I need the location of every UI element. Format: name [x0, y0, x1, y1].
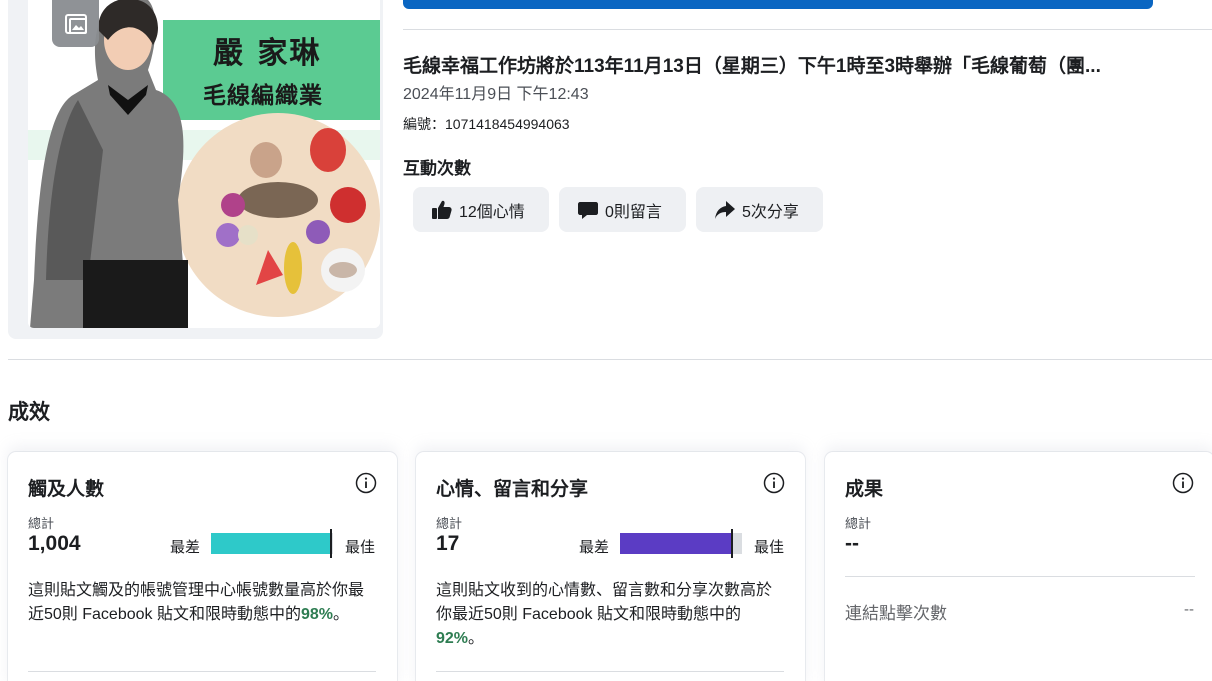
percentile-fill [211, 533, 331, 554]
best-label: 最佳 [345, 539, 376, 556]
reactions-chip[interactable]: 12個心情 [413, 187, 549, 232]
percentile-bar [211, 529, 333, 558]
thumbnail-title: 嚴 家琳 [213, 36, 322, 71]
description-suffix: 。 [333, 606, 350, 623]
total-label: 總計 [845, 516, 872, 531]
header-progress-bar [403, 0, 1153, 9]
total-value: -- [845, 532, 859, 555]
thumbs-up-icon [432, 200, 452, 219]
comments-count: 0則留言 [605, 203, 662, 221]
section-title: 成效 [8, 401, 50, 424]
best-label: 最佳 [754, 539, 785, 556]
card-title: 觸及人數 [28, 479, 105, 500]
percentile-bar [620, 529, 742, 558]
reactions-count: 12個心情 [459, 203, 525, 221]
comments-chip[interactable]: 0則留言 [559, 187, 686, 232]
engagement-card: 心情、留言和分享 總計 17 最差 最佳 這則貼文收到的心情數、留言數和分享次數… [416, 452, 805, 681]
post-thumbnail-card[interactable]: 嚴 家琳 毛線編織業 [8, 0, 383, 339]
results-card: 成果 總計 -- 連結點擊次數 -- [825, 452, 1212, 681]
worst-label: 最差 [170, 539, 201, 556]
total-value: 17 [436, 532, 460, 555]
card-title: 成果 [845, 479, 884, 500]
reach-card: 觸及人數 總計 1,004 最差 最佳 這則貼文觸及的帳號管理中心帳號數量高於你… [8, 452, 397, 681]
link-clicks-label: 連結點擊次數 [845, 604, 947, 623]
percentile-fill [620, 533, 733, 554]
post-thumbnail-image[interactable]: 嚴 家琳 毛線編織業 [28, 0, 380, 328]
divider [845, 576, 1195, 577]
divider [8, 359, 1212, 360]
link-clicks-value: -- [1184, 601, 1194, 618]
shares-chip[interactable]: 5次分享 [696, 187, 823, 232]
info-icon[interactable] [355, 472, 377, 494]
percentile-marker [731, 529, 734, 558]
shares-count: 5次分享 [742, 203, 799, 221]
description-suffix: 。 [468, 630, 485, 647]
worst-label: 最差 [579, 539, 610, 556]
description-text: 這則貼文收到的心情數、留言數和分享次數高於你最近50則 Facebook 貼文和… [436, 582, 773, 623]
card-description: 這則貼文觸及的帳號管理中心帳號數量高於你最近50則 Facebook 貼文和限時… [28, 579, 378, 627]
post-id: 編號：1071418454994063 [403, 116, 570, 132]
total-label: 總計 [28, 516, 55, 531]
total-value: 1,004 [28, 532, 81, 555]
card-description: 這則貼文收到的心情數、留言數和分享次數高於你最近50則 Facebook 貼文和… [436, 579, 786, 651]
info-icon[interactable] [763, 472, 785, 494]
thumbnail-artwork [28, 0, 380, 328]
card-title: 心情、留言和分享 [436, 479, 589, 500]
percentile-value: 98% [300, 606, 333, 623]
interactions-title: 互動次數 [403, 159, 471, 178]
comment-icon [578, 201, 598, 219]
total-label: 總計 [436, 516, 463, 531]
post-date: 2024年11月9日 下午12:43 [403, 86, 589, 103]
divider [403, 29, 1212, 30]
image-icon [52, 0, 99, 47]
percentile-value: 92% [436, 630, 469, 647]
divider [28, 671, 376, 672]
info-icon[interactable] [1172, 472, 1194, 494]
divider [436, 671, 784, 672]
post-text[interactable]: 毛線幸福工作坊將於113年11月13日（星期三）下午1時至3時舉辦「毛線葡萄（團… [403, 51, 1101, 78]
share-icon [715, 200, 735, 219]
thumbnail-subtitle: 毛線編織業 [203, 83, 323, 109]
percentile-marker [329, 529, 332, 558]
